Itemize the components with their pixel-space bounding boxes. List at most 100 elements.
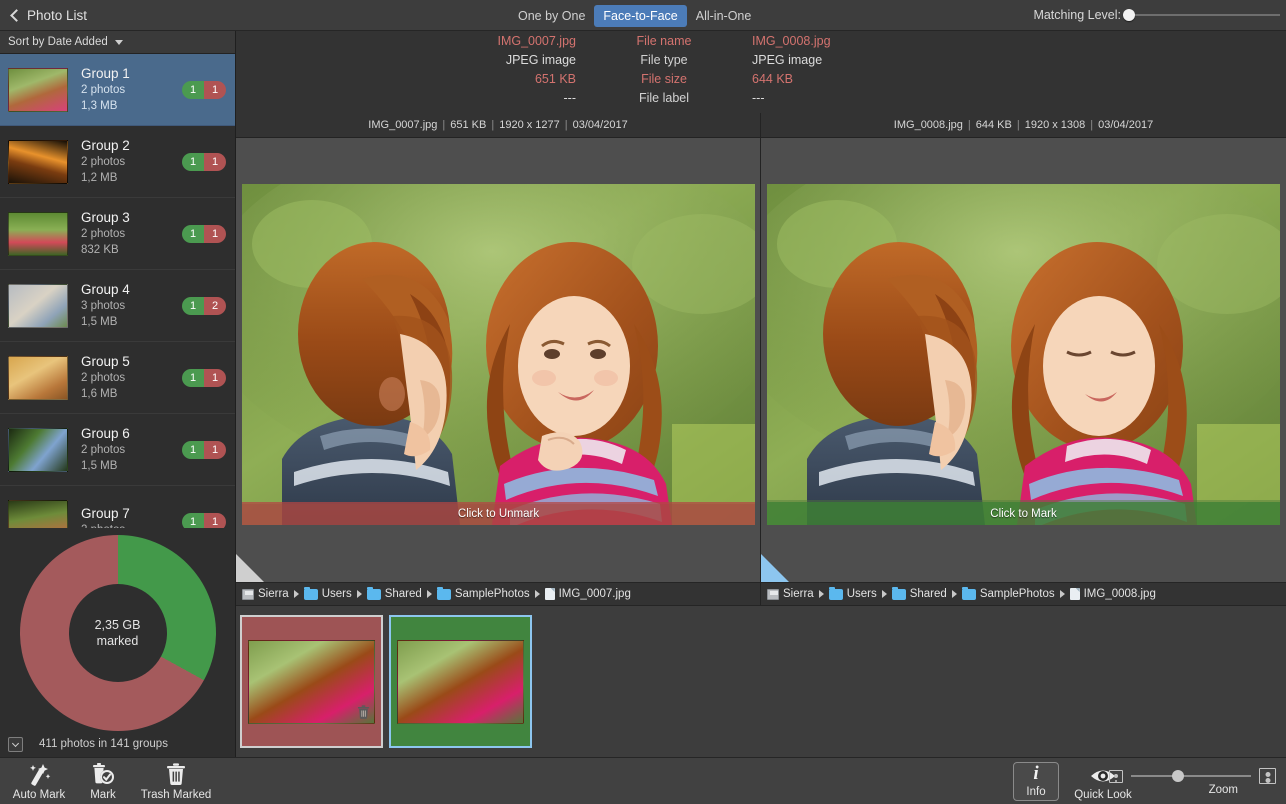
large-thumbnail-icon[interactable]	[1259, 768, 1276, 784]
breadcrumb-item[interactable]: Shared	[892, 588, 947, 600]
group-meta: Group 52 photos1,6 MB	[81, 353, 182, 402]
breadcrumb-item[interactable]: IMG_0008.jpg	[1070, 588, 1156, 600]
group-size: 1,2 MB	[81, 170, 182, 186]
group-row[interactable]: Group 43 photos1,5 MB12	[0, 270, 235, 342]
filmstrip-item[interactable]	[240, 615, 383, 748]
left-mark-label: Click to Unmark	[458, 508, 539, 520]
breadcrumb-item[interactable]: IMG_0007.jpg	[545, 588, 631, 600]
breadcrumb-label: SamplePhotos	[980, 588, 1055, 600]
trash-marked-label: Trash Marked	[141, 788, 212, 802]
info-row: 651 KBFile size644 KB	[236, 69, 1286, 88]
group-meta: Group 12 photos1,3 MB	[81, 65, 182, 114]
breadcrumb-item[interactable]: Sierra	[767, 588, 814, 600]
donut-ring: 2,35 GB marked	[20, 535, 216, 731]
chevron-left-icon	[10, 9, 23, 22]
right-breadcrumb[interactable]: Sierra Users Shared SamplePhotos IMG_0008.jp…	[761, 582, 1286, 606]
group-name: Group 7	[81, 505, 182, 522]
matching-level-slider-knob[interactable]	[1123, 9, 1135, 21]
sidebar: Sort by Date Added Group 12 photos1,3 MB…	[0, 31, 236, 757]
group-list[interactable]: Group 12 photos1,3 MB11Group 22 photos1,…	[0, 54, 235, 528]
right-header-dimensions: 1920 x 1308	[1025, 119, 1086, 131]
group-badge-marked: 1	[204, 369, 226, 387]
group-size: 1,6 MB	[81, 386, 182, 402]
group-meta: Group 62 photos1,5 MB	[81, 425, 182, 474]
right-photo[interactable]	[767, 184, 1280, 525]
group-meta: Group 72 photos	[81, 505, 182, 528]
group-row[interactable]: Group 12 photos1,3 MB11	[0, 54, 235, 126]
breadcrumb-separator-icon	[535, 590, 540, 598]
info-label: Info	[1026, 785, 1045, 799]
trash-marked-button[interactable]: Trash Marked	[130, 762, 222, 802]
zoom-slider[interactable]	[1131, 775, 1251, 777]
tab-all-in-one[interactable]: All-in-One	[687, 5, 761, 27]
matching-level-slider[interactable]	[1128, 14, 1280, 16]
group-badge-marked: 1	[204, 153, 226, 171]
breadcrumb-label: Sierra	[783, 588, 814, 600]
left-mark-toggle[interactable]: Click to Unmark	[242, 502, 755, 525]
group-photo-count: 2 photos	[81, 82, 182, 98]
group-name: Group 4	[81, 281, 182, 298]
right-image-header: IMG_0008.jpg|644 KB|1920 x 1308|03/04/20…	[761, 113, 1286, 138]
breadcrumb-label: Users	[322, 588, 352, 600]
breadcrumb-item[interactable]: Users	[829, 588, 877, 600]
sort-control[interactable]: Sort by Date Added	[0, 31, 235, 54]
group-badge-marked: 2	[204, 297, 226, 315]
info-field-label: File label	[576, 91, 752, 105]
document-icon	[545, 588, 555, 600]
left-image-header: IMG_0007.jpg|651 KB|1920 x 1277|03/04/20…	[236, 113, 761, 138]
view-mode-segmented-control: One by One Face-to-Face All-in-One	[509, 4, 760, 27]
group-row[interactable]: Group 52 photos1,6 MB11	[0, 342, 235, 414]
breadcrumb-separator-icon	[1060, 590, 1065, 598]
right-header-filename: IMG_0008.jpg	[894, 119, 963, 131]
folder-icon	[304, 589, 318, 600]
info-left-value: IMG_0007.jpg	[236, 34, 576, 48]
group-badges: 11	[182, 441, 226, 459]
top-toolbar: Photo List One by One Face-to-Face All-i…	[0, 0, 1286, 31]
group-row[interactable]: Group 72 photos11	[0, 486, 235, 528]
left-image-pane[interactable]: Click to Unmark	[236, 138, 761, 582]
info-right-value: JPEG image	[752, 53, 1092, 67]
right-pane-corner-marker	[761, 554, 789, 582]
info-button[interactable]: i Info	[1013, 762, 1059, 801]
group-photo-count: 2 photos	[81, 154, 182, 170]
group-size: 1,3 MB	[81, 98, 182, 114]
magic-wand-icon	[26, 762, 52, 786]
breadcrumb-item[interactable]: SamplePhotos	[962, 588, 1055, 600]
breadcrumb-separator-icon	[819, 590, 824, 598]
group-name: Group 6	[81, 425, 182, 442]
group-name: Group 1	[81, 65, 182, 82]
left-breadcrumb[interactable]: Sierra Users Shared SamplePhotos IMG_0007.jp…	[236, 582, 761, 606]
right-mark-toggle[interactable]: Click to Mark	[767, 502, 1280, 525]
breadcrumb-separator-icon	[882, 590, 887, 598]
back-to-photo-list-button[interactable]: Photo List	[0, 0, 240, 31]
group-row[interactable]: Group 62 photos1,5 MB11	[0, 414, 235, 486]
matching-level-label: Matching Level:	[1033, 8, 1121, 22]
tab-one-by-one[interactable]: One by One	[509, 5, 594, 27]
breadcrumb-label: Users	[847, 588, 877, 600]
group-name: Group 3	[81, 209, 182, 226]
breadcrumb-item[interactable]: SamplePhotos	[437, 588, 530, 600]
donut-sublabel: marked	[97, 633, 139, 649]
group-photo-count: 3 photos	[81, 298, 182, 314]
breadcrumb-item[interactable]: Users	[304, 588, 352, 600]
filmstrip-item[interactable]	[389, 615, 532, 748]
breadcrumb-item[interactable]: Sierra	[242, 588, 289, 600]
breadcrumb-item[interactable]: Shared	[367, 588, 422, 600]
small-thumbnail-icon[interactable]	[1109, 770, 1123, 783]
left-header-text: IMG_0007.jpg|651 KB|1920 x 1277|03/04/20…	[368, 119, 627, 131]
group-badge-marked: 1	[204, 441, 226, 459]
right-image-pane[interactable]: Click to Mark	[761, 138, 1286, 582]
left-header-filename: IMG_0007.jpg	[368, 119, 437, 131]
left-photo[interactable]	[242, 184, 755, 525]
group-name: Group 5	[81, 353, 182, 370]
tab-face-to-face[interactable]: Face-to-Face	[594, 5, 686, 27]
group-thumbnail	[8, 428, 68, 472]
group-badge-keep: 1	[182, 297, 204, 315]
group-row[interactable]: Group 22 photos1,2 MB11	[0, 126, 235, 198]
chevron-down-box-icon[interactable]	[8, 737, 23, 752]
group-row[interactable]: Group 32 photos832 KB11	[0, 198, 235, 270]
zoom-slider-knob[interactable]	[1172, 770, 1184, 782]
filmstrip-thumbnail	[397, 640, 524, 724]
group-badges: 11	[182, 369, 226, 387]
info-right-value: IMG_0008.jpg	[752, 34, 1092, 48]
